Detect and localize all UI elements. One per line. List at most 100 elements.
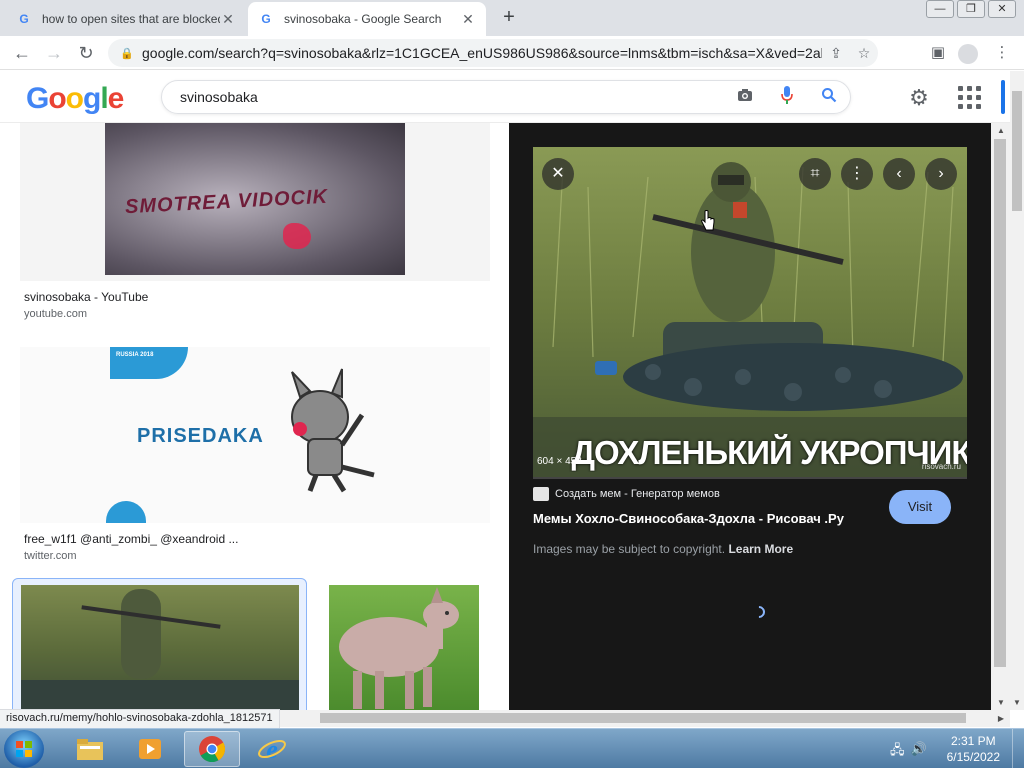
scroll-down-arrow-icon[interactable]: ▼ <box>997 698 1005 707</box>
start-button[interactable] <box>4 730 44 768</box>
search-icon[interactable] <box>808 87 850 108</box>
page-scrollbar[interactable]: ▼ <box>1010 71 1024 710</box>
lens-search-icon[interactable]: ⌗ <box>799 158 831 190</box>
source-name: Создать мем - Генератор мемов <box>555 488 720 500</box>
scroll-right-arrow-icon[interactable]: ▶ <box>998 714 1004 723</box>
network-icon[interactable]: 🖧 <box>890 741 905 763</box>
show-desktop-button[interactable] <box>1012 729 1024 768</box>
more-options-icon[interactable]: ⋮ <box>841 158 873 190</box>
search-box <box>161 80 851 114</box>
close-preview-button[interactable]: ✕ <box>542 158 574 190</box>
close-window-button[interactable]: ✕ <box>988 0 1016 18</box>
image-results-grid: SMOTREA VIDOCIK svinosobaka - YouTube yo… <box>0 123 508 710</box>
copyright-notice: Images may be subject to copyright. Lear… <box>533 542 793 556</box>
watermark: risovach.ru <box>921 462 961 471</box>
result-image-pig[interactable] <box>329 585 479 710</box>
volume-icon[interactable]: 🔊 <box>911 741 927 763</box>
result-image-twitter[interactable]: RUSSIA 2018 PRISEDAKA <box>20 347 490 523</box>
result-source[interactable]: youtube.com <box>24 308 87 320</box>
previous-image-icon[interactable]: ‹ <box>883 158 915 190</box>
cartoon-character <box>291 368 375 493</box>
bookmark-star-icon[interactable]: ☆ <box>850 45 878 62</box>
result-image-youtube[interactable]: SMOTREA VIDOCIK <box>20 123 490 281</box>
clock-time: 2:31 PM <box>950 734 996 748</box>
new-tab-button[interactable]: + <box>498 6 520 28</box>
back-arrow-icon[interactable]: ← <box>10 41 34 65</box>
google-header: Google ⚙ <box>0 71 1010 123</box>
preview-source-row[interactable]: Создать мем - Генератор мемов <box>533 487 720 501</box>
visit-button[interactable]: Visit <box>889 490 951 524</box>
result-title[interactable]: free_w1f1 @anti_zombi_ @xeandroid ... <box>24 532 238 546</box>
learn-more-link[interactable]: Learn More <box>728 542 793 556</box>
svg-text:e: e <box>266 735 278 764</box>
preview-caption: ДОХЛЕНЬКИЙ УКРОПЧИК <box>571 434 967 471</box>
lock-icon: 🔒 <box>120 47 134 60</box>
reload-icon[interactable]: ↻ <box>74 41 98 65</box>
internet-explorer-button[interactable]: e <box>244 731 300 767</box>
search-input[interactable] <box>180 89 724 105</box>
scroll-up-arrow-icon[interactable]: ▲ <box>997 126 1005 135</box>
camera-icon[interactable] <box>724 88 766 107</box>
blue-shape <box>106 501 146 523</box>
image-dimensions: 604 × 453 <box>537 456 582 467</box>
windows-logo-icon <box>16 741 32 757</box>
hand-cursor-icon <box>701 210 715 231</box>
chrome-taskbar-button[interactable] <box>184 731 240 767</box>
google-logo[interactable]: Google <box>26 82 125 116</box>
logo-letter: o <box>48 82 66 115</box>
media-player-button[interactable] <box>122 731 178 767</box>
forward-arrow-icon[interactable]: → <box>42 41 66 65</box>
preview-image[interactable]: ДОХЛЕНЬКИЙ УКРОПЧИК risovach.ru ✕ ⌗ ⋮ ‹ … <box>533 147 967 477</box>
file-explorer-button[interactable] <box>62 731 118 767</box>
scroll-indicator <box>1001 80 1005 114</box>
tab-strip: G how to open sites that are blocked ✕ G… <box>0 0 1024 36</box>
panel-scrollbar[interactable]: ▲ ▼ <box>991 123 1010 710</box>
close-tab-icon[interactable]: ✕ <box>220 11 236 28</box>
scrollbar-thumb[interactable] <box>320 713 966 723</box>
logo-letter: g <box>83 82 101 115</box>
browser-toolbar: ← → ↻ 🔒 google.com/search?q=svinosobaka&… <box>0 36 1024 70</box>
url-text: google.com/search?q=svinosobaka&rlz=1C1G… <box>142 45 822 61</box>
scrollbar-thumb[interactable] <box>994 139 1006 667</box>
side-panel-icon[interactable]: ▣ <box>926 41 950 65</box>
loading-spinner <box>750 603 768 621</box>
window-controls: — ❐ ✕ <box>926 0 1016 18</box>
pink-splash <box>283 223 311 249</box>
minimize-button[interactable]: — <box>926 0 954 18</box>
address-bar[interactable]: 🔒 google.com/search?q=svinosobaka&rlz=1C… <box>108 39 878 67</box>
russia-2018-badge: RUSSIA 2018 <box>116 352 154 358</box>
logo-letter: l <box>100 82 108 115</box>
folder-icon <box>77 739 103 760</box>
microphone-icon[interactable] <box>766 85 808 109</box>
logo-letter: e <box>107 82 125 115</box>
result-title[interactable]: svinosobaka - YouTube <box>24 290 148 304</box>
tab-svinosobaka-search[interactable]: G svinosobaka - Google Search ✕ <box>248 2 486 36</box>
chrome-icon <box>199 736 226 763</box>
system-tray: 🖧 🔊 <box>890 741 927 763</box>
internet-explorer-icon: e <box>258 735 286 764</box>
scrollbar-thumb[interactable] <box>1012 91 1022 211</box>
preview-title[interactable]: Мемы Хохло-Свинособака-Здохла - Рисовач … <box>533 511 844 526</box>
tab-blocked-sites[interactable]: G how to open sites that are blocked ✕ <box>6 2 246 36</box>
result-source[interactable]: twitter.com <box>24 550 77 562</box>
media-player-icon <box>139 739 161 759</box>
ground <box>21 680 299 710</box>
prisedaka-text: PRISEDAKA <box>137 425 264 447</box>
preview-divider <box>533 477 967 479</box>
google-favicon-icon: G <box>19 12 29 26</box>
image-preview-panel: ДОХЛЕНЬКИЙ УКРОПЧИК risovach.ru ✕ ⌗ ⋮ ‹ … <box>509 123 991 710</box>
close-tab-icon[interactable]: ✕ <box>460 11 476 28</box>
profile-avatar[interactable] <box>958 44 978 64</box>
taskbar-clock[interactable]: 2:31 PM 6/15/2022 <box>947 733 1000 765</box>
logo-letter: G <box>26 82 49 115</box>
scroll-down-arrow-icon[interactable]: ▼ <box>1013 698 1021 707</box>
tab-title: how to open sites that are blocked <box>42 12 220 26</box>
maximize-button[interactable]: ❐ <box>957 0 985 18</box>
menu-dots-icon[interactable]: ⋮ <box>990 41 1014 65</box>
clock-date: 6/15/2022 <box>946 750 1000 764</box>
gear-icon[interactable]: ⚙ <box>906 85 932 111</box>
share-icon[interactable]: ⇪ <box>822 45 850 62</box>
result-selected-card[interactable] <box>12 578 307 710</box>
next-image-icon[interactable]: › <box>925 158 957 190</box>
apps-grid-icon[interactable] <box>958 86 982 110</box>
